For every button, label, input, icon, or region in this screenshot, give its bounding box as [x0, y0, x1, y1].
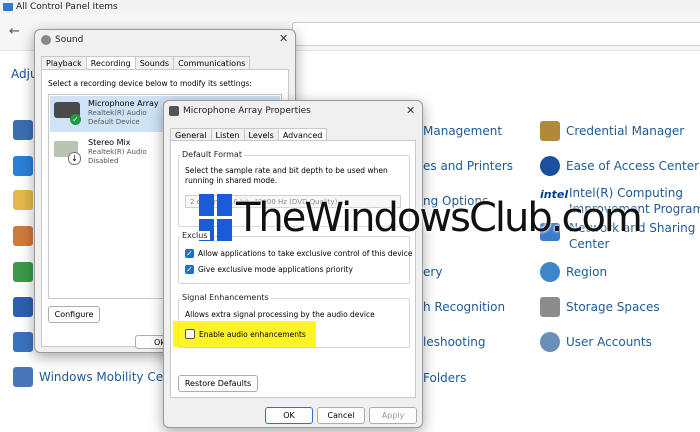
- address-bar[interactable]: [292, 22, 700, 46]
- recording-instruction: Select a recording device below to modif…: [48, 79, 252, 88]
- device-status: Default Device: [88, 118, 140, 126]
- device-driver: Realtek(R) Audio: [88, 148, 147, 156]
- signal-enhancements-title: Signal Enhancements: [180, 293, 271, 302]
- cp-item-devices-printers[interactable]: es and Printers: [423, 159, 513, 174]
- action-center-icon[interactable]: [13, 120, 33, 140]
- watermark-text: TheWindowsClub.com: [236, 195, 643, 241]
- sound-tabs: Playback Recording Sounds Communications: [41, 55, 251, 71]
- enable-enhancements-row[interactable]: Enable audio enhancements: [185, 329, 306, 339]
- device-driver: Realtek(R) Audio: [88, 109, 147, 117]
- control-panel-title: All Control Panel Items: [16, 2, 118, 12]
- credential-icon: [540, 121, 560, 141]
- remote-icon[interactable]: [13, 332, 33, 352]
- display-icon[interactable]: [13, 156, 33, 176]
- cp-item-label: Credential Manager: [566, 123, 685, 138]
- default-format-title: Default Format: [180, 150, 244, 159]
- sound-dialog-title: Sound: [55, 35, 84, 45]
- tab-communications[interactable]: Communications: [173, 56, 251, 70]
- cancel-button[interactable]: Cancel: [317, 407, 365, 424]
- cp-item-admin-tools[interactable]: Management: [423, 124, 502, 139]
- default-format-description: Select the sample rate and bit depth to …: [185, 166, 388, 185]
- device-status: Disabled: [88, 157, 119, 165]
- cp-item-user-accounts[interactable]: User Accounts: [540, 332, 652, 352]
- disabled-arrow-icon: ↓: [68, 152, 81, 165]
- cp-item-ease-of-access[interactable]: Ease of Access Center: [540, 156, 699, 176]
- enable-enhancements-checkbox[interactable]: [185, 329, 195, 339]
- cp-item-label: User Accounts: [566, 334, 652, 349]
- back-arrow-icon[interactable]: ←: [9, 24, 20, 39]
- region-icon: [540, 262, 560, 282]
- restore-defaults-button[interactable]: Restore Defaults: [178, 375, 258, 392]
- enable-enhancements-label: Enable audio enhancements: [199, 329, 306, 339]
- exclusive-allow-label: Allow applications to take exclusive con…: [198, 249, 413, 258]
- java-icon[interactable]: [13, 226, 33, 246]
- exclusive-priority-checkbox[interactable]: ✓: [185, 265, 194, 274]
- cp-item-mobility-center[interactable]: Windows Mobility Cente: [13, 367, 183, 387]
- exclusive-priority-label: Give exclusive mode applications priorit…: [198, 265, 353, 274]
- control-panel-titlebar: All Control Panel Items: [0, 0, 700, 14]
- cp-item-label: Storage Spaces: [566, 299, 660, 314]
- mobility-center-icon: [13, 367, 33, 387]
- signal-description: Allows extra signal processing by the au…: [185, 310, 375, 319]
- device-name: Stereo Mix: [88, 138, 131, 147]
- tab-playback[interactable]: Playback: [41, 56, 87, 70]
- exclusive-priority-row[interactable]: ✓ Give exclusive mode applications prior…: [185, 265, 353, 274]
- close-icon[interactable]: ✕: [279, 32, 288, 45]
- cp-item-label: Region: [566, 264, 608, 279]
- microphone-small-icon: [169, 106, 179, 116]
- control-panel-icon: [3, 3, 13, 11]
- programs-icon[interactable]: [13, 262, 33, 282]
- advanced-panel: Default Format Select the sample rate an…: [170, 140, 416, 398]
- close-icon[interactable]: ✕: [406, 104, 415, 117]
- exclusive-allow-checkbox[interactable]: ✓: [185, 249, 194, 258]
- storage-icon: [540, 297, 560, 317]
- ok-button[interactable]: OK: [265, 407, 313, 424]
- configure-button[interactable]: Configure: [48, 306, 100, 323]
- folder-options-icon[interactable]: [13, 190, 33, 210]
- cp-item-credential-manager[interactable]: Credential Manager: [540, 121, 684, 141]
- exclusive-mode-title: Exclus: [180, 231, 210, 240]
- flag-icon[interactable]: [13, 297, 33, 317]
- device-name: Microphone Array: [88, 99, 159, 108]
- cp-item-label: Ease of Access Center: [566, 158, 700, 173]
- cp-item-speech[interactable]: h Recognition: [423, 300, 505, 315]
- apply-button[interactable]: Apply: [369, 407, 417, 424]
- users-icon: [540, 332, 560, 352]
- cp-item-troubleshooting[interactable]: leshooting: [423, 335, 486, 350]
- exclusive-mode-group: [178, 236, 410, 284]
- cp-item-folders[interactable]: Folders: [423, 371, 466, 386]
- exclusive-allow-row[interactable]: ✓ Allow applications to take exclusive c…: [185, 249, 412, 258]
- ease-of-access-icon: [540, 156, 560, 176]
- properties-dialog-title: Microphone Array Properties: [183, 106, 311, 116]
- default-check-icon: ✓: [70, 114, 81, 125]
- properties-dialog: Microphone Array Properties ✕ General Li…: [163, 100, 423, 428]
- cp-item-region[interactable]: Region: [540, 262, 607, 282]
- cp-item-recovery[interactable]: ery: [423, 265, 442, 280]
- cp-item-label: Windows Mobility Cente: [39, 369, 183, 384]
- speaker-icon: [41, 35, 51, 45]
- cp-item-storage-spaces[interactable]: Storage Spaces: [540, 297, 660, 317]
- tab-sounds[interactable]: Sounds: [134, 56, 175, 70]
